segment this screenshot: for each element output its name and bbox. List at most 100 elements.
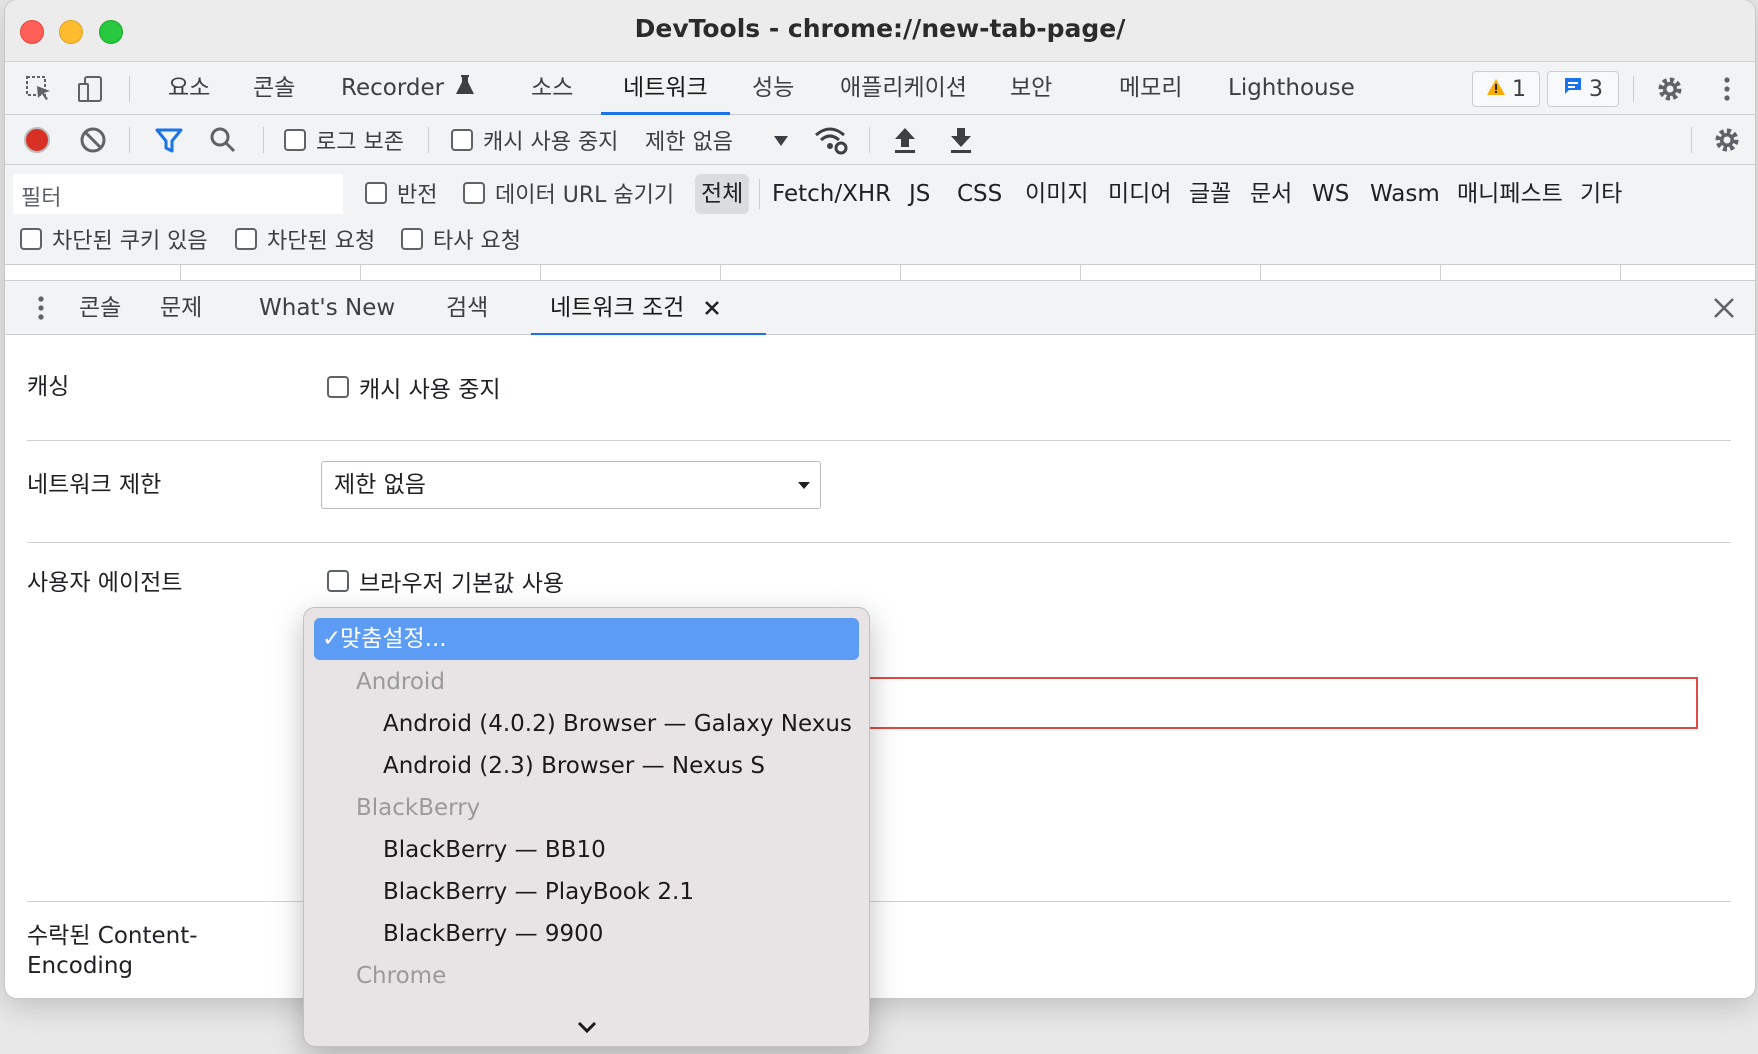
overview-gridline (1260, 265, 1261, 281)
close-drawer-icon[interactable] (1707, 291, 1741, 325)
ua-option-android-nexus-s[interactable]: Android (2.3) Browser — Nexus S (314, 745, 859, 787)
throttling-select[interactable]: 제한 없음 (645, 124, 789, 156)
filter-type-media[interactable]: 미디어 (1108, 174, 1171, 214)
tab-recorder[interactable]: Recorder (341, 62, 475, 114)
ua-option-blackberry-bb10[interactable]: BlackBerry — BB10 (314, 829, 859, 871)
user-agent-dropdown[interactable]: ✓맞춤설정... Android Android (4.0.2) Browser… (303, 607, 870, 1047)
hide-data-urls-label: 데이터 URL 숨기기 (495, 183, 675, 208)
use-browser-default-checkbox[interactable]: 브라우저 기본값 사용 (327, 565, 564, 597)
checkbox-box[interactable] (401, 228, 423, 250)
section-divider (27, 901, 1731, 902)
drawer-tab-network-conditions[interactable]: 네트워크 조건 (531, 281, 766, 336)
checkbox-box[interactable] (327, 376, 349, 398)
tab-recorder-label: Recorder (341, 75, 445, 101)
network-settings-gear-icon[interactable] (1710, 123, 1744, 157)
filter-input[interactable]: 필터 (13, 174, 343, 214)
blocked-cookies-checkbox[interactable]: 차단된 쿠키 있음 (20, 223, 208, 255)
caching-label: 캐싱 (27, 374, 70, 400)
drawer-tab-network-conditions-label: 네트워크 조건 (550, 295, 685, 321)
section-divider (27, 542, 1731, 543)
use-browser-default-label: 브라우저 기본값 사용 (359, 571, 565, 597)
accepted-encoding-label-line-2: Encoding (27, 953, 133, 979)
tab-memory[interactable]: 메모리 (1119, 62, 1182, 114)
dropdown-arrow-icon (773, 128, 789, 153)
ua-option-android-galaxy-nexus[interactable]: Android (4.0.2) Browser — Galaxy Nexus (314, 703, 859, 745)
drawer-tab-issues[interactable]: 문제 (160, 281, 202, 335)
preserve-log-checkbox[interactable]: 로그 보존 (284, 124, 404, 156)
filter-type-wasm[interactable]: Wasm (1370, 174, 1440, 214)
drawer-tab-whats-new[interactable]: What's New (259, 281, 395, 335)
checkbox-box[interactable] (463, 182, 485, 204)
preserve-log-label: 로그 보존 (316, 130, 404, 155)
tab-sources[interactable]: 소스 (531, 62, 573, 114)
search-icon[interactable] (206, 123, 240, 157)
settings-gear-icon[interactable] (1653, 72, 1687, 106)
inspect-element-icon[interactable] (22, 72, 56, 106)
filter-type-other[interactable]: 기타 (1580, 174, 1622, 214)
ua-group-android: Android (356, 669, 445, 695)
drawer-tab-console[interactable]: 콘솔 (79, 281, 121, 335)
invert-checkbox[interactable]: 반전 (365, 177, 437, 209)
clear-icon[interactable] (76, 123, 110, 157)
chevron-down-icon (798, 482, 810, 489)
filter-type-images[interactable]: 이미지 (1025, 174, 1088, 214)
disable-cache-label: 캐시 사용 중지 (359, 377, 501, 403)
filter-type-ws[interactable]: WS (1312, 174, 1349, 214)
device-toolbar-icon[interactable] (74, 72, 108, 106)
tab-security[interactable]: 보안 (1010, 62, 1052, 114)
messages-badge[interactable]: 3 (1547, 71, 1619, 107)
filter-type-all[interactable]: 전체 (695, 174, 750, 214)
record-icon[interactable] (20, 123, 54, 157)
ua-option-blackberry-playbook[interactable]: BlackBerry — PlayBook 2.1 (314, 871, 859, 913)
filter-type-fetch-xhr[interactable]: Fetch/XHR (772, 174, 891, 214)
tab-lighthouse[interactable]: Lighthouse (1228, 62, 1355, 114)
overview-gridline (1440, 265, 1441, 281)
overview-gridline (900, 265, 901, 281)
badge-separator (1633, 76, 1634, 102)
checkbox-box[interactable] (365, 182, 387, 204)
checkbox-box[interactable] (451, 129, 473, 151)
network-toolbar: 로그 보존 캐시 사용 중지 제한 없음 (5, 115, 1755, 165)
close-tab-icon[interactable] (704, 282, 720, 336)
accepted-encoding-label-line-1: 수락된 Content- (27, 923, 198, 949)
tab-performance[interactable]: 성능 (752, 62, 794, 114)
more-options-icon[interactable] (1710, 72, 1744, 106)
blocked-cookies-label: 차단된 쿠키 있음 (52, 229, 208, 254)
blocked-requests-checkbox[interactable]: 차단된 요청 (235, 223, 375, 255)
checkbox-box[interactable] (235, 228, 257, 250)
export-har-icon[interactable] (944, 123, 978, 157)
scroll-down-chevron-icon[interactable] (304, 1019, 869, 1038)
tab-elements[interactable]: 요소 (168, 62, 210, 114)
drawer-tab-search[interactable]: 검색 (446, 281, 488, 335)
filter-type-css[interactable]: CSS (957, 174, 1002, 214)
tab-console[interactable]: 콘솔 (253, 62, 295, 114)
filter-type-manifest[interactable]: 매니페스트 (1457, 174, 1563, 214)
third-party-checkbox[interactable]: 타사 요청 (401, 223, 521, 255)
drawer-menu-icon[interactable] (24, 291, 58, 325)
ua-option-custom-label: 맞춤설정... (340, 626, 447, 652)
tab-network[interactable]: 네트워크 (601, 62, 730, 115)
devtools-window: DevTools - chrome://new-tab-page/ 요소 콘솔 … (5, 0, 1755, 998)
timeline-overview[interactable] (5, 265, 1755, 281)
filter-icon[interactable] (152, 123, 186, 157)
network-conditions-panel: 캐싱 캐시 사용 중지 네트워크 제한 제한 없음 사용자 에이전트 브라우저 … (5, 335, 1755, 998)
checkbox-box[interactable] (284, 129, 306, 151)
network-conditions-icon[interactable] (814, 123, 848, 157)
ua-option-custom[interactable]: ✓맞춤설정... (314, 618, 859, 660)
tab-application[interactable]: 애플리케이션 (840, 62, 967, 114)
checkbox-box[interactable] (20, 228, 42, 250)
filter-type-fonts[interactable]: 글꼴 (1189, 174, 1231, 214)
filter-type-docs[interactable]: 문서 (1250, 174, 1292, 214)
checkbox-box[interactable] (327, 570, 349, 592)
user-agent-label: 사용자 에이전트 (27, 570, 183, 596)
warnings-badge[interactable]: 1 (1472, 71, 1540, 107)
throttling-select[interactable]: 제한 없음 (321, 461, 821, 509)
overview-gridline (1620, 265, 1621, 281)
import-har-icon[interactable] (888, 123, 922, 157)
hide-data-urls-checkbox[interactable]: 데이터 URL 숨기기 (463, 177, 674, 209)
toolbar-separator (869, 127, 870, 153)
disable-cache-checkbox[interactable]: 캐시 사용 중지 (327, 371, 501, 403)
filter-type-js[interactable]: JS (909, 174, 930, 214)
disable-cache-checkbox[interactable]: 캐시 사용 중지 (451, 124, 618, 156)
ua-option-blackberry-9900[interactable]: BlackBerry — 9900 (314, 913, 859, 955)
